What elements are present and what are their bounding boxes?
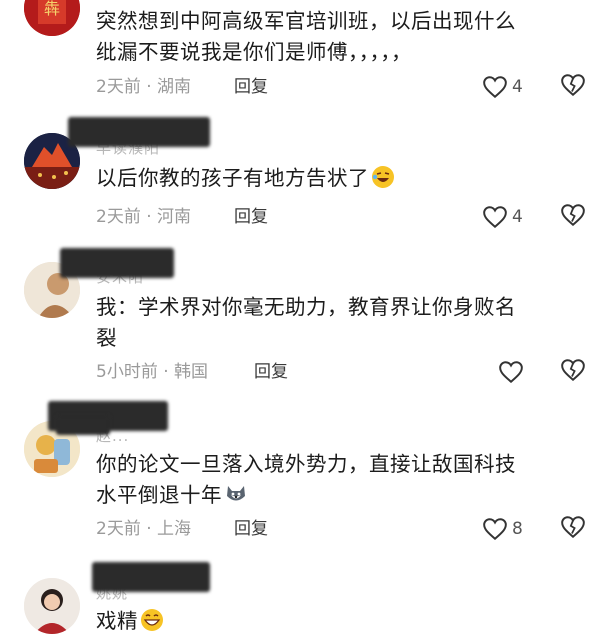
comment-item: 早读濮阳 以后你教的孩子有地方告状了 2天前 · 河南 回复 4 xyxy=(0,115,613,235)
dislike-button[interactable] xyxy=(560,358,588,386)
meta-dot: · xyxy=(157,362,175,382)
meta-dot: · xyxy=(140,519,158,539)
comment-location: 上海 xyxy=(157,519,192,539)
comment-meta: 5小时前 · 韩国 xyxy=(96,360,208,384)
meta-dot: · xyxy=(140,77,158,97)
red-spring-festival-avatar-icon: 犇 xyxy=(24,0,80,36)
comment-time: 2天前 xyxy=(96,77,141,97)
like-button[interactable]: 8 xyxy=(482,515,523,543)
heart-icon xyxy=(483,518,507,541)
comment-text-line: 你的论文一旦落入境外势力，直接让敌国科技 xyxy=(96,452,516,476)
username-redaction xyxy=(68,117,210,147)
like-count: 4 xyxy=(512,207,523,227)
woman-portrait-avatar-icon xyxy=(24,578,80,634)
comment-text: 突然想到中阿高级军官培训班，以后出现什么 纰漏不要说我是你们是师傅，，，，， xyxy=(96,6,586,68)
comment-time: 2天前 xyxy=(96,207,141,227)
username-redaction xyxy=(92,562,210,592)
comment-text-line: 水平倒退十年 xyxy=(96,483,222,507)
svg-text:犇: 犇 xyxy=(44,0,60,18)
comment-text: 我：学术界对你毫无助力，教育界让你身败名 裂 xyxy=(96,292,586,354)
comment-item: 安禾阳 我：学术界对你毫无助力，教育界让你身败名 裂 5小时前 · 韩国 回复 xyxy=(0,240,613,390)
username-redaction xyxy=(56,415,110,435)
dislike-button[interactable] xyxy=(560,73,588,101)
like-button[interactable] xyxy=(498,358,524,386)
comment-text-line: 我：学术界对你毫无助力，教育界让你身败名 xyxy=(96,295,516,319)
broken-heart-icon xyxy=(561,74,585,97)
broken-heart-icon xyxy=(561,516,585,539)
comment-time: 2天前 xyxy=(96,519,141,539)
comment-location: 韩国 xyxy=(174,362,209,382)
comment-meta: 2天前 · 河南 xyxy=(96,205,191,229)
heart-icon xyxy=(483,76,507,99)
comment-location: 湖南 xyxy=(157,77,192,97)
avatar[interactable]: 犇 xyxy=(24,0,80,36)
comment-text: 你的论文一旦落入境外势力，直接让敌国科技 水平倒退十年 xyxy=(96,449,586,511)
comment-text-line: 突然想到中阿高级军官培训班，以后出现什么 xyxy=(96,9,516,33)
broken-heart-icon xyxy=(561,204,585,227)
comment-text-line: 戏精 xyxy=(96,609,138,633)
username-redaction xyxy=(60,248,174,278)
heart-icon xyxy=(499,361,523,384)
comment-text: 以后你教的孩子有地方告状了 xyxy=(96,163,586,194)
reply-button[interactable]: 回复 xyxy=(234,517,268,541)
comment-meta: 2天前 · 上海 xyxy=(96,517,191,541)
heart-icon xyxy=(483,206,507,229)
comment-text-line: 裂 xyxy=(96,326,117,350)
broken-heart-icon xyxy=(561,359,585,382)
comment-item: 姚姚 戏精 xyxy=(0,560,613,640)
meta-dot: · xyxy=(140,207,158,227)
comment-item: 犇 突然想到中阿高级军官培训班，以后出现什么 纰漏不要说我是你们是师傅，，，，，… xyxy=(0,0,613,110)
grinning-emoji-icon xyxy=(140,608,164,632)
comment-item: 赵... 你的论文一旦落入境外势力，直接让敌国科技 水平倒退十年 2天前 · 上… xyxy=(0,395,613,555)
rolling-laughing-emoji-icon xyxy=(371,165,395,189)
comment-location: 河南 xyxy=(157,207,192,227)
husky-dog-emoji-icon xyxy=(224,482,248,506)
reply-button[interactable]: 回复 xyxy=(234,75,268,99)
comment-text-line: 以后你教的孩子有地方告状了 xyxy=(96,166,369,190)
reply-button[interactable]: 回复 xyxy=(234,205,268,229)
avatar[interactable] xyxy=(24,578,80,634)
comment-text: 戏精 xyxy=(96,606,586,637)
comment-text-line: 纰漏不要说我是你们是师傅，，，，， xyxy=(96,40,412,64)
like-count: 8 xyxy=(512,519,523,539)
like-button[interactable]: 4 xyxy=(482,73,523,101)
comment-time: 5小时前 xyxy=(96,362,158,382)
dislike-button[interactable] xyxy=(560,203,588,231)
reply-button[interactable]: 回复 xyxy=(254,360,288,384)
comment-meta: 2天前 · 湖南 xyxy=(96,75,191,99)
dislike-button[interactable] xyxy=(560,515,588,543)
like-button[interactable]: 4 xyxy=(482,203,523,231)
like-count: 4 xyxy=(512,77,523,97)
